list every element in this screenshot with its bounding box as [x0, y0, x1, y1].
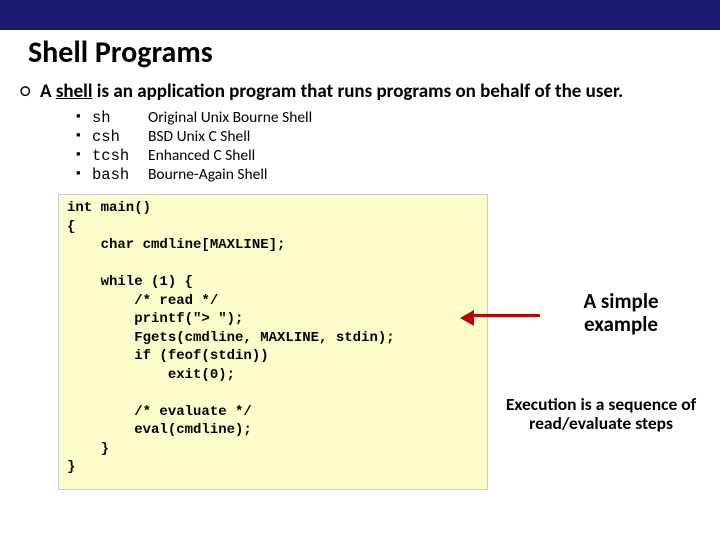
arrow-left-icon: [470, 314, 540, 317]
list-item: ▪ tcsh Enhanced C Shell: [76, 147, 710, 166]
shell-desc: BSD Unix C Shell: [148, 128, 250, 147]
shell-cmd: csh: [92, 128, 148, 147]
intro-pre: A: [40, 80, 56, 103]
annotation-simple-example: A simple example: [546, 290, 696, 335]
shell-cmd: bash: [92, 166, 148, 185]
shell-list: ▪ sh Original Unix Bourne Shell ▪ csh BS…: [76, 109, 710, 185]
intro-bullet: ○ A shell is an application program that…: [20, 81, 710, 103]
bullet-marker: ○: [20, 81, 40, 103]
slide-top-bar: [0, 0, 720, 30]
shell-cmd: sh: [92, 109, 148, 128]
bullet-square-icon: ▪: [76, 166, 92, 182]
list-item: ▪ bash Bourne-Again Shell: [76, 166, 710, 185]
shell-desc: Bourne-Again Shell: [148, 166, 267, 185]
annotation-execution: Execution is a sequence of read/evaluate…: [492, 395, 710, 434]
list-item: ▪ csh BSD Unix C Shell: [76, 128, 710, 147]
intro-text: A shell is an application program that r…: [40, 81, 623, 103]
slide-title: Shell Programs: [28, 34, 720, 71]
bullet-square-icon: ▪: [76, 128, 92, 144]
intro-post: is an application program that runs prog…: [93, 80, 624, 103]
shell-desc: Original Unix Bourne Shell: [148, 109, 312, 128]
code-block: int main() { char cmdline[MAXLINE]; whil…: [58, 194, 488, 489]
list-item: ▪ sh Original Unix Bourne Shell: [76, 109, 710, 128]
bullet-square-icon: ▪: [76, 147, 92, 163]
bullet-square-icon: ▪: [76, 109, 92, 125]
intro-emph: shell: [56, 80, 93, 103]
shell-desc: Enhanced C Shell: [148, 147, 255, 166]
shell-cmd: tcsh: [92, 147, 148, 166]
